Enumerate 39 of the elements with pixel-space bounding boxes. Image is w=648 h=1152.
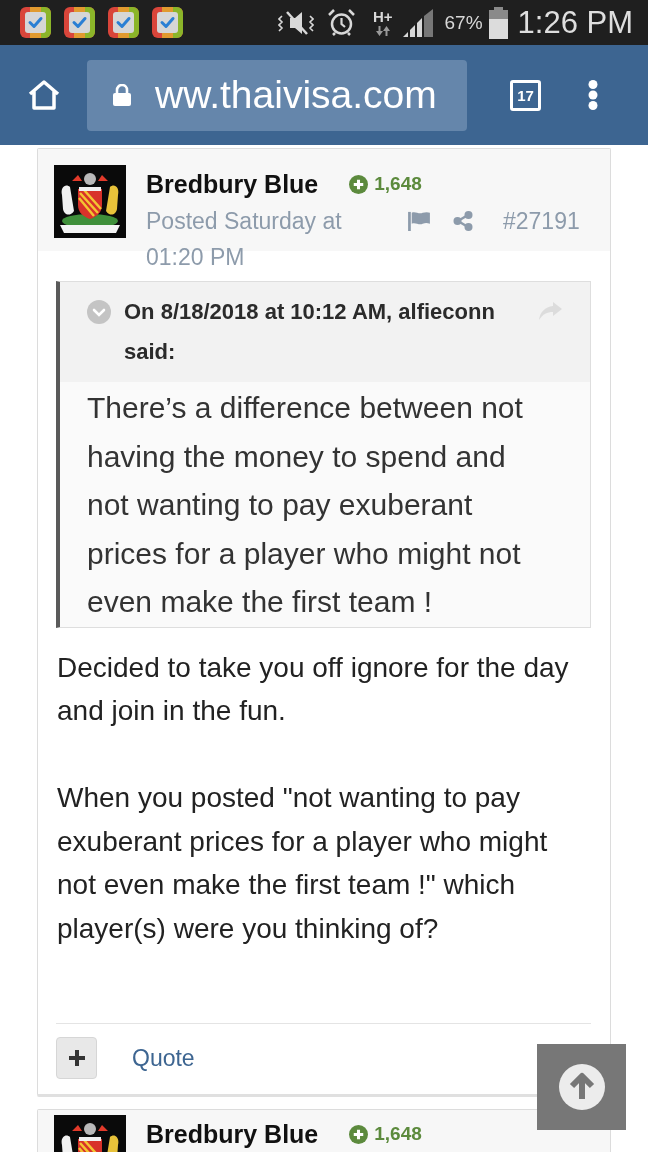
- home-button[interactable]: [26, 77, 62, 113]
- signal-icon: [402, 8, 433, 37]
- author-name[interactable]: Bredbury Blue: [146, 1115, 319, 1152]
- post-text: Decided to take you off ignore for the day and join in the fun.: [57, 650, 570, 728]
- share-icon[interactable]: [453, 211, 473, 231]
- checkbox-app-icon: [152, 7, 183, 38]
- home-icon: [28, 79, 60, 111]
- data-arrows-icon: [375, 26, 390, 36]
- plus-circle-icon: [349, 174, 369, 194]
- checkbox-app-icon: [108, 7, 139, 38]
- posted-date: Posted Saturday at 01:20 PM: [146, 207, 343, 272]
- more-vertical-icon: [588, 80, 598, 110]
- scroll-to-top-button[interactable]: [537, 1044, 626, 1130]
- address-field[interactable]: ww.thaivisa.com: [87, 59, 467, 131]
- network-type: H+: [372, 9, 393, 24]
- vibrate-mute-icon: [277, 9, 314, 36]
- lock-icon: [113, 84, 131, 106]
- clock-time: 1:26 PM: [517, 4, 633, 41]
- quote-link[interactable]: Quote: [132, 1044, 195, 1072]
- menu-button[interactable]: [586, 78, 600, 112]
- quoted-text: There’s a difference between not having the money to spend and not wanting to pay exuberant prices for a player who might not even make the first team !: [86, 390, 524, 620]
- reputation-count: 1,648: [374, 1123, 422, 1145]
- quote-attribution: On 8/18/2018 at 10:12 AM, alfieconn said:: [124, 298, 496, 366]
- author-name[interactable]: Bredbury Blue: [146, 165, 319, 203]
- battery-icon: [488, 6, 508, 39]
- url-text: ww.thaivisa.com: [155, 73, 437, 117]
- post-text: When you posted "not wanting to pay exuberant prices for a player who might not even make the first team !" which player(s) were you thinking of?: [57, 781, 549, 946]
- checkbox-app-icon: [20, 7, 51, 38]
- plus-circle-icon: [349, 1124, 369, 1144]
- flag-icon[interactable]: [408, 211, 430, 231]
- arrow-up-circle-icon: [558, 1064, 605, 1110]
- battery-percent: 67%: [444, 11, 483, 34]
- tab-count-button[interactable]: 17: [510, 79, 541, 111]
- reputation-count: 1,648: [374, 173, 422, 195]
- coat-of-arms-icon: [54, 165, 126, 238]
- checkbox-app-icon: [64, 7, 95, 38]
- alarm-clock-icon: [327, 9, 355, 36]
- add-button[interactable]: [56, 1037, 97, 1079]
- plus-icon: [68, 1050, 85, 1066]
